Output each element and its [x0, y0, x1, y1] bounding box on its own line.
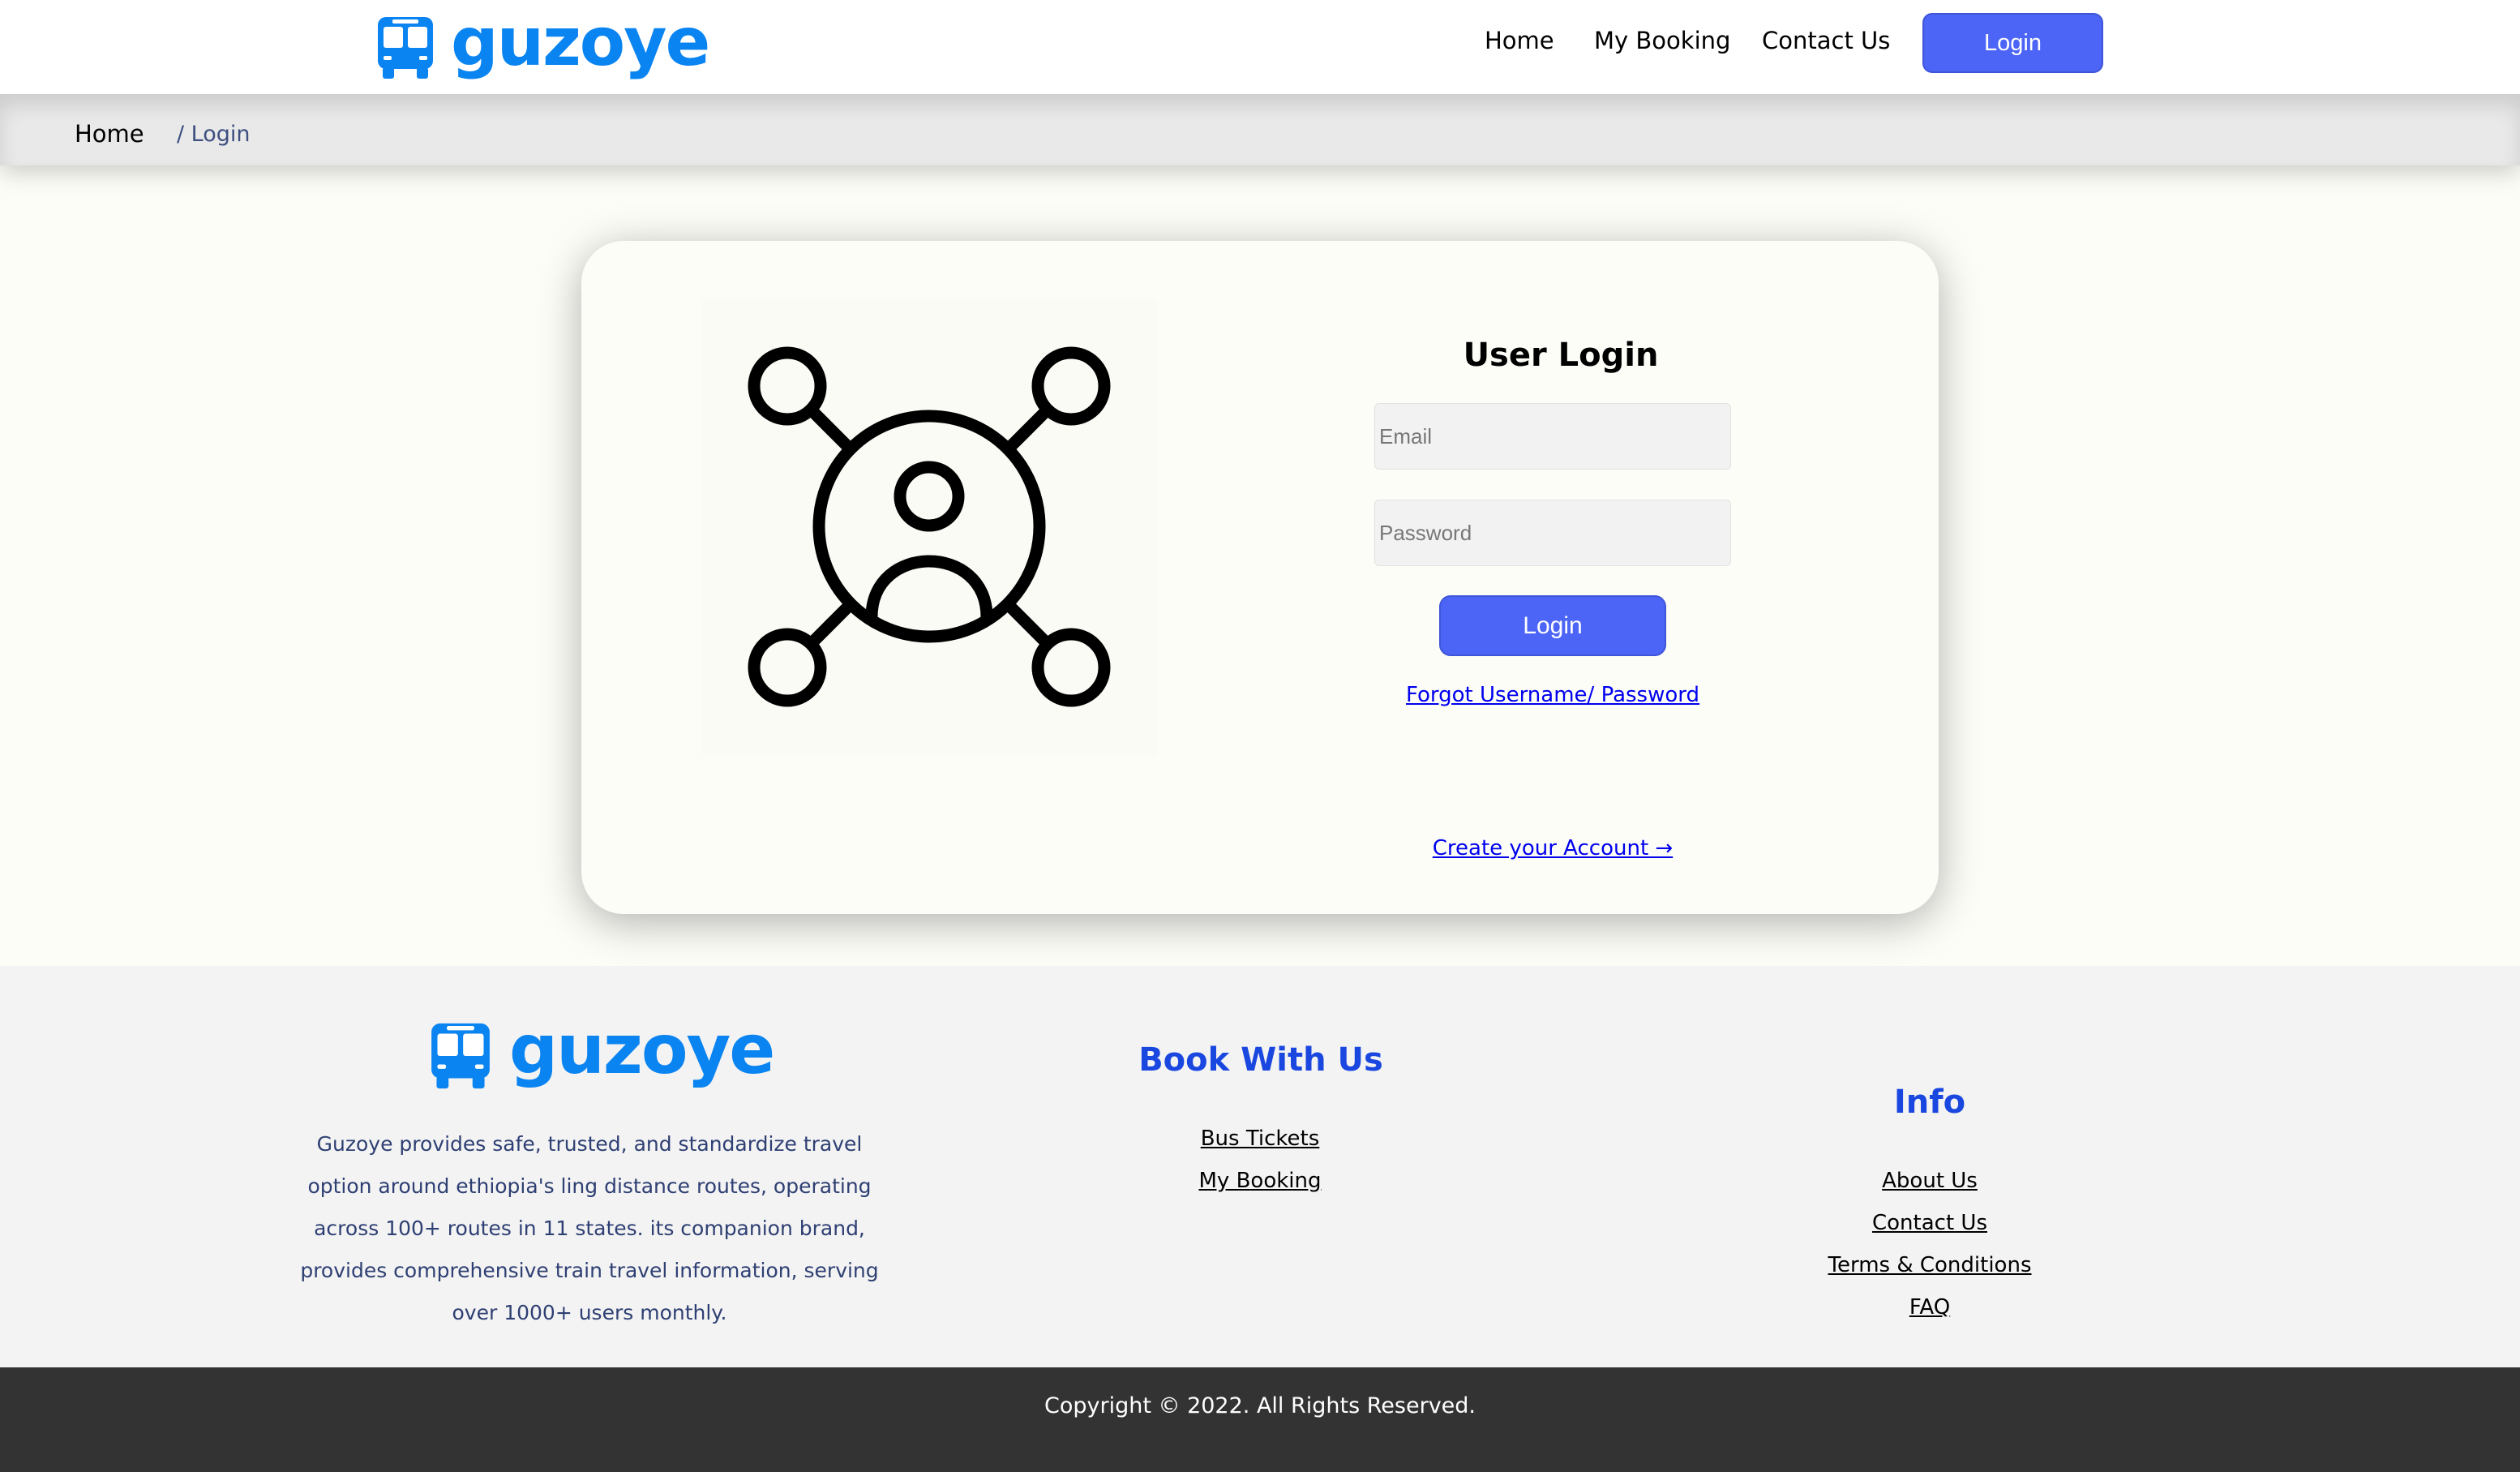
password-field[interactable]: Password — [1374, 500, 1731, 566]
footer-link-faq[interactable]: FAQ — [1808, 1295, 2051, 1320]
breadcrumb-current: / Login — [177, 122, 251, 147]
breadcrumb-home[interactable]: Home — [75, 120, 144, 148]
footer-link-contact-us[interactable]: Contact Us — [1808, 1211, 2051, 1235]
nav-home[interactable]: Home — [1485, 29, 1554, 53]
site-header: guzoye Home My Booking Contact Us Login — [0, 0, 2520, 94]
footer-info-heading: Info — [1893, 1084, 1966, 1121]
login-title: User Login — [1463, 337, 1659, 374]
password-placeholder: Password — [1379, 520, 1472, 545]
nav-contact-us[interactable]: Contact Us — [1762, 29, 1890, 53]
email-field[interactable]: Email — [1374, 403, 1731, 470]
site-footer: guzoye Guzoye provides safe, trusted, an… — [0, 966, 2520, 1367]
forgot-password-link[interactable]: Forgot Username/ Password — [1358, 683, 1747, 707]
login-illustration — [701, 299, 1157, 755]
footer-link-about-us[interactable]: About Us — [1808, 1169, 2051, 1193]
nav-my-booking[interactable]: My Booking — [1594, 29, 1730, 53]
login-card: User Login Email Password Login Forgot U… — [581, 241, 1939, 914]
footer-link-bus-tickets[interactable]: Bus Tickets — [1138, 1127, 1382, 1151]
create-account-link[interactable]: Create your Account → — [1358, 836, 1747, 860]
footer-link-my-booking[interactable]: My Booking — [1138, 1169, 1382, 1193]
copyright-bar: Copyright © 2022. All Rights Reserved. — [0, 1367, 2520, 1472]
footer-book-heading: Book With Us — [1138, 1041, 1383, 1079]
email-placeholder: Email — [1379, 423, 1433, 448]
login-submit-button[interactable]: Login — [1439, 595, 1666, 656]
footer-brand-wordmark: guzoye — [509, 1010, 775, 1089]
copyright-text: Copyright © 2022. All Rights Reserved. — [1044, 1393, 1476, 1418]
header-login-button[interactable]: Login — [1922, 13, 2103, 73]
main-nav: Home My Booking Contact Us Login — [0, 13, 2520, 73]
user-network-icon — [748, 346, 1111, 707]
bus-icon — [431, 1023, 490, 1089]
footer-description: Guzoye provides safe, trusted, and stand… — [300, 1132, 879, 1324]
footer-link-terms[interactable]: Terms & Conditions — [1808, 1253, 2051, 1277]
breadcrumb: Home / Login — [0, 94, 2520, 165]
footer-brand-logo[interactable]: guzoye — [430, 1015, 775, 1091]
